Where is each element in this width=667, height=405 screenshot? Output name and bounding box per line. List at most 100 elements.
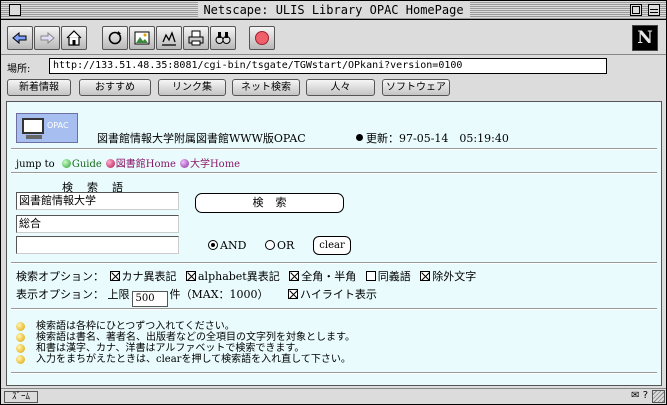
directory-button-people[interactable]: 人々 (306, 79, 375, 96)
radio-or-indicator (265, 240, 275, 250)
link-guide-label: Guide (71, 159, 102, 170)
page-title: 図書館情報大学附属図書館WWW版OPAC (97, 132, 306, 145)
back-icon (12, 31, 27, 45)
find-button[interactable] (210, 26, 236, 50)
directory-button-whats-new[interactable]: 新着情報 (7, 79, 71, 96)
link-guide[interactable]: Guide (61, 159, 102, 170)
link-library-home[interactable]: 図書館Home (105, 159, 176, 170)
resize-handle[interactable] (652, 390, 665, 403)
search-term-field-3[interactable] (16, 236, 179, 254)
divider (11, 262, 657, 264)
location-bar: 場所: http://133.51.48.35:8081/cgi-bin/tsg… (1, 56, 666, 76)
option-label: ハイライト表示 (300, 288, 377, 301)
stop-icon (255, 31, 269, 45)
list-item: 検索語は書名、著者名、出版者などの全項目の文字列を対象とします。 (16, 332, 355, 343)
title-bar[interactable]: Netscape: ULIS Library OPAC HomePage (1, 1, 666, 20)
option-label: カナ異表記 (121, 270, 177, 283)
note-text: 検索語は各枠にひとつずつ入れてください。 (36, 321, 235, 332)
window-title: Netscape: ULIS Library OPAC HomePage (197, 2, 470, 18)
opac-logo: OPAC (16, 113, 78, 143)
option-highlight[interactable]: ハイライト表示 (286, 288, 377, 301)
find-icon (215, 32, 231, 44)
open-button[interactable] (156, 26, 182, 50)
red-ball-icon (105, 159, 115, 168)
checkbox[interactable] (186, 271, 196, 281)
option-label: 同義語 (377, 270, 411, 283)
home-button[interactable] (61, 26, 87, 50)
limit-label: 上限 (107, 288, 130, 301)
option-synonyms[interactable]: 同義語 (364, 270, 411, 283)
limit-input[interactable]: 500 (131, 291, 168, 307)
jump-label: jump to (16, 159, 55, 170)
divider (11, 308, 657, 310)
option-label: 全角・半角 (301, 270, 357, 283)
checkbox[interactable] (289, 271, 300, 281)
collapse-box[interactable] (648, 4, 660, 16)
limit-unit: 件（MAX：1000） (169, 288, 269, 301)
mail-icon[interactable]: ✉ (631, 390, 639, 401)
display-options-label: 表示オプション： (16, 288, 104, 301)
directory-button-net-search[interactable]: ネット検索 (232, 79, 300, 96)
note-text: 和書は漢字、カナ、洋書はアルファベットで検索できます。 (36, 343, 305, 354)
status-bar: ｽﾞｰﾑ ✉ ? (1, 388, 666, 404)
checkbox[interactable] (365, 271, 376, 281)
location-label: 場所: (7, 64, 31, 75)
divider (11, 372, 657, 374)
monitor-icon (22, 118, 44, 134)
directory-button-links[interactable]: リンク集 (158, 79, 226, 96)
search-options-label: 検索オプション： (16, 270, 104, 283)
link-library-home-label: 図書館Home (115, 159, 176, 170)
purple-ball-icon (179, 159, 189, 168)
checkbox[interactable] (109, 271, 120, 281)
images-icon (134, 31, 150, 45)
directory-button-recommended[interactable]: おすすめ (79, 79, 151, 96)
yellow-ball-icon (16, 322, 25, 331)
list-item: 和書は漢字、カナ、洋書はアルファベットで検索できます。 (16, 343, 355, 354)
reload-icon (108, 31, 122, 45)
url-field[interactable]: http://133.51.48.35:8081/cgi-bin/tsgate/… (49, 58, 607, 74)
list-item: 検索語は各枠にひとつずつ入れてください。 (16, 321, 355, 332)
open-icon (162, 31, 176, 46)
close-box[interactable] (9, 4, 21, 16)
clear-button[interactable]: clear (313, 236, 351, 255)
stop-button[interactable] (249, 26, 275, 50)
update-label: 更新：97-05-14 05:19:40 (366, 132, 509, 145)
green-ball-icon (61, 159, 71, 168)
radio-or[interactable]: OR (265, 239, 294, 252)
print-button[interactable] (183, 26, 209, 50)
images-button[interactable] (129, 26, 155, 50)
radio-or-label: OR (277, 239, 295, 252)
directory-bar: 新着情報 おすすめ リンク集 ネット検索 人々 ソフトウェア (1, 78, 666, 98)
option-exclude-chars[interactable]: 除外文字 (418, 270, 476, 283)
forward-button[interactable] (34, 26, 60, 50)
directory-button-software[interactable]: ソフトウェア (382, 79, 450, 96)
option-label: 除外文字 (432, 270, 477, 283)
note-text: 検索語は書名、著者名、出版者などの全項目の文字列を対象とします。 (36, 332, 355, 343)
reload-button[interactable] (102, 26, 128, 50)
search-options-row: 検索オプション： カナ異表記 alphabet異表記 全角・半角 同義語 除外文… (16, 268, 480, 284)
checkbox[interactable] (288, 289, 299, 299)
browser-window: Netscape: ULIS Library OPAC HomePage N 場… (0, 0, 667, 405)
search-button[interactable]: 検索 (195, 193, 344, 213)
option-width[interactable]: 全角・半角 (287, 270, 356, 283)
home-icon (66, 30, 82, 46)
option-alphabet-variant[interactable]: alphabet異表記 (184, 270, 280, 283)
option-kana-variant[interactable]: カナ異表記 (108, 270, 177, 283)
radio-and-label: AND (220, 239, 247, 252)
radio-and[interactable]: AND (208, 239, 246, 252)
zoom-box[interactable] (630, 4, 642, 16)
status-icons: ✉ ? (631, 390, 648, 401)
search-term-field-2[interactable]: 総合 (16, 215, 179, 233)
search-term-field-1[interactable]: 図書館情報大学 (16, 192, 179, 210)
jump-links: jump to Guide 図書館Home 大学Home (16, 155, 240, 170)
security-indicator[interactable]: ｽﾞｰﾑ (4, 391, 38, 403)
question-icon[interactable]: ? (643, 390, 648, 401)
checkbox[interactable] (420, 271, 431, 281)
logo-text: OPAC (47, 121, 69, 130)
link-university-home[interactable]: 大学Home (179, 159, 240, 170)
notes-list: 検索語は各枠にひとつずつ入れてください。 検索語は書名、著者名、出版者などの全項… (16, 321, 355, 365)
yellow-ball-icon (16, 333, 25, 342)
yellow-ball-icon (16, 344, 25, 353)
back-button[interactable] (7, 26, 33, 50)
netscape-logo[interactable]: N (632, 25, 658, 51)
